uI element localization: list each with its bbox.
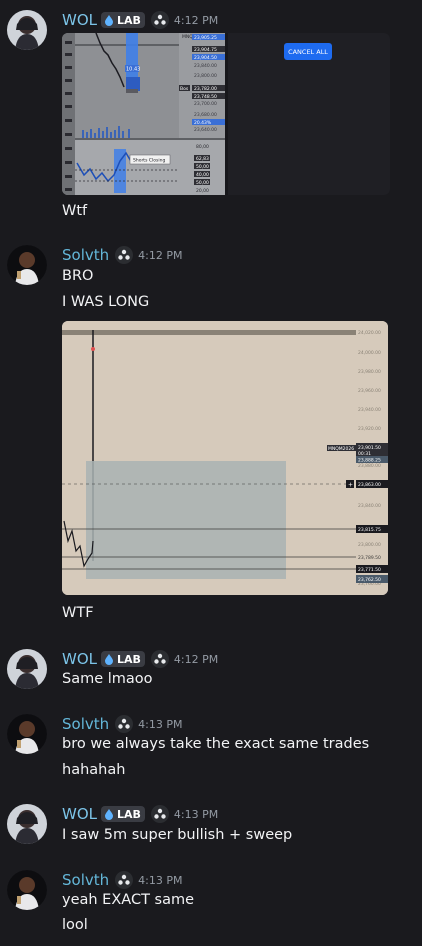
symbol-label-2: MNQM2026 [328, 446, 354, 452]
server-badge-icon[interactable] [150, 11, 169, 29]
avatar-solvth-image [7, 245, 47, 285]
message-text: WTF [62, 605, 94, 621]
avatar-solvth-image [7, 870, 47, 910]
timestamp: 4:12 PM [173, 13, 219, 27]
image-attachment-chart-2[interactable]: 24,020.00 24,000.00 23,980.00 23,960.00 … [62, 321, 388, 595]
price-label-1: 23,904.75 [194, 47, 217, 53]
level-price-4: 23,762.50 [358, 577, 381, 583]
message-text: I WAS LONG [62, 294, 150, 310]
guild-tag[interactable]: LAB [101, 12, 145, 28]
server-badge-icon[interactable] [150, 805, 169, 823]
guild-tag-label: LAB [117, 652, 141, 666]
timestamp: 4:13 PM [138, 873, 183, 887]
axis-price-4: 23,960.00 [358, 388, 381, 394]
server-badge-icon[interactable] [115, 246, 134, 264]
message-text: Wtf [62, 203, 88, 219]
price-label-9: 23,640.00 [194, 127, 217, 133]
avatar-wol[interactable] [7, 804, 47, 844]
timestamp: 4:12 PM [138, 248, 183, 262]
axis-price-7: 23,880.00 [358, 463, 381, 469]
guild-tag-label: LAB [117, 807, 141, 821]
guild-tag[interactable]: LAB [101, 651, 145, 667]
timestamp: 4:12 PM [173, 652, 219, 666]
guild-tag[interactable]: LAB [101, 806, 145, 822]
level-price-1: 23,815.75 [358, 527, 381, 533]
level-price-3: 23,771.50 [358, 567, 381, 573]
timestamp: 4:13 PM [138, 717, 183, 731]
price-label-3: 23,840.00 [194, 63, 217, 69]
message-text: yeah EXACT same [62, 892, 195, 908]
cancel-all-button: CANCEL ALL [288, 48, 328, 56]
axis-price-2: 24,000.00 [358, 350, 381, 356]
axis-price-6: 23,920.00 [358, 426, 381, 432]
price-label-2: 23,904.50 [194, 55, 217, 61]
message-text: bro we always take the exact same trades [62, 736, 370, 752]
server-badge-icon[interactable] [150, 650, 169, 668]
avatar-wol[interactable] [7, 649, 47, 689]
axis-price-9: 23,800.00 [358, 542, 381, 548]
svg-text:+: + [348, 482, 353, 489]
level-label: 20.43% [194, 120, 212, 126]
axis-price-8: 23,840.00 [358, 503, 381, 509]
droplet-icon [105, 809, 113, 820]
username-wol[interactable]: WOL [62, 650, 97, 668]
panel-value-5: 50,00 [196, 180, 209, 186]
price-label-4: 23,800.00 [194, 73, 217, 79]
price-label-8: 23,680.00 [194, 112, 217, 118]
message-text: BRO [62, 268, 94, 284]
message-text: I saw 5m super bullish + sweep [62, 827, 293, 843]
price-label-6: 23,748.50 [194, 94, 217, 100]
avatar-wol[interactable] [7, 10, 47, 50]
image-attachment-chart-1[interactable]: MNQM2026 23,905.25 23,904.75 23,904.50 2… [62, 33, 390, 195]
server-badge-icon[interactable] [115, 715, 134, 733]
avatar-wol-image [7, 10, 47, 50]
price-label-7: 23,700.00 [194, 101, 217, 107]
server-badge-icon[interactable] [115, 871, 134, 889]
droplet-icon [105, 15, 113, 26]
cross-price: 23,863.00 [358, 482, 381, 488]
username-solvth[interactable]: Solvth [62, 871, 109, 889]
guild-tag-label: LAB [117, 13, 141, 27]
chart-screenshot-2: 24,020.00 24,000.00 23,980.00 23,960.00 … [62, 321, 388, 595]
panel-value-2: 62,83 [196, 156, 209, 162]
avatar-solvth[interactable] [7, 245, 47, 285]
avatar-solvth[interactable] [7, 870, 47, 910]
message-text: hahahah [62, 762, 126, 778]
avatar-solvth[interactable] [7, 714, 47, 754]
box-price-2: 23,888.25 [358, 458, 381, 464]
tooltip-label: Shorts Closing [133, 158, 165, 164]
axis-price-3: 23,980.00 [358, 369, 381, 375]
chart-screenshot-1: MNQM2026 23,905.25 23,904.75 23,904.50 2… [62, 33, 390, 195]
bos-label: Bos [180, 86, 189, 92]
droplet-icon [105, 654, 113, 665]
username-solvth[interactable]: Solvth [62, 246, 109, 264]
box-price: 23,901.50 [358, 445, 381, 451]
panel-value-3: 50,00 [196, 164, 209, 170]
axis-price-5: 23,940.00 [358, 407, 381, 413]
avatar-wol-image [7, 804, 47, 844]
username-wol[interactable]: WOL [62, 805, 97, 823]
axis-price-1: 24,020.00 [358, 330, 381, 336]
timestamp: 4:13 PM [173, 807, 219, 821]
message-text: lool [62, 917, 88, 933]
avatar-solvth-image [7, 714, 47, 754]
callout-label: 10.43 [126, 67, 140, 73]
level-price-2: 23,789.50 [358, 555, 381, 561]
panel-value-1: 80,00 [196, 144, 209, 150]
price-top: 23,905.25 [194, 35, 217, 41]
username-wol[interactable]: WOL [62, 11, 97, 29]
price-label-5: 23,782.00 [194, 86, 217, 92]
message-text: Same lmaoo [62, 671, 153, 687]
username-solvth[interactable]: Solvth [62, 715, 109, 733]
avatar-wol-image [7, 649, 47, 689]
panel-value-4: 40,00 [196, 172, 209, 178]
panel-value-6: 20,00 [196, 188, 209, 194]
